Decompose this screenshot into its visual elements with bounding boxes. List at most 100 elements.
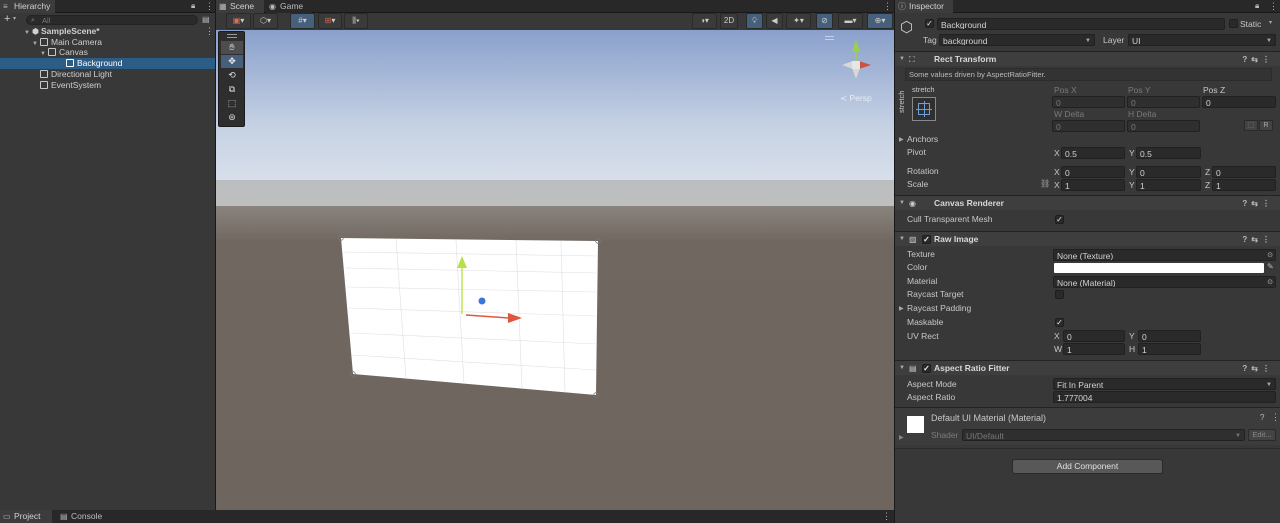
rotation-x-field[interactable]: 0 bbox=[1061, 166, 1125, 178]
persp-label[interactable]: ≺ Persp bbox=[840, 93, 872, 103]
object-picker-icon[interactable]: ⊙ bbox=[1267, 250, 1273, 260]
uv-w-field[interactable]: 1 bbox=[1063, 343, 1125, 355]
maskable-checkbox[interactable]: ✓ bbox=[1055, 318, 1064, 327]
active-checkbox[interactable]: ✓ bbox=[925, 19, 934, 28]
fold-arrow-icon[interactable]: ▼ bbox=[899, 196, 905, 211]
component-header-icons[interactable]: ?⇆⋮ bbox=[1242, 196, 1274, 211]
scene-menu-icon[interactable]: ⋮ bbox=[205, 26, 214, 37]
canvas-renderer-header[interactable]: ▼ ◉ Canvas Renderer ?⇆⋮ bbox=[895, 195, 1280, 210]
component-header-icons[interactable]: ?⇆⋮ bbox=[1242, 52, 1274, 67]
lighting-toggle-button[interactable]: 💡︎ bbox=[746, 13, 763, 29]
rect-transform-header[interactable]: ▼ ⛶ Rect Transform ?⇆⋮ bbox=[895, 51, 1280, 66]
scene-viewport[interactable]: ≺ Persp bbox=[216, 30, 894, 510]
camera-settings-button[interactable]: ▬▾ bbox=[838, 13, 863, 29]
blueprint-mode-button[interactable]: ⬚ bbox=[1244, 120, 1258, 131]
background-quad[interactable] bbox=[341, 238, 598, 395]
raycast-padding-fold-icon[interactable]: ▶ bbox=[899, 305, 904, 312]
uv-y-field[interactable]: 0 bbox=[1138, 330, 1201, 342]
fold-arrow-icon[interactable]: ▼ bbox=[899, 232, 905, 247]
rotation-y-field[interactable]: 0 bbox=[1136, 166, 1201, 178]
tab-scene[interactable]: ▦ Scene bbox=[216, 0, 264, 13]
uv-x-field[interactable]: 0 bbox=[1063, 330, 1125, 342]
toggle-2d-button[interactable]: 2D bbox=[720, 13, 738, 29]
pivot-y-field[interactable]: 0.5 bbox=[1136, 147, 1201, 159]
grid-snapping-button[interactable]: #▾ bbox=[290, 13, 315, 29]
scale-tool-icon[interactable]: ⧉ bbox=[221, 83, 243, 96]
shader-edit-button[interactable]: Edit... bbox=[1248, 429, 1276, 441]
raycast-padding-label[interactable]: Raycast Padding bbox=[907, 302, 971, 315]
aspect-ratio-field[interactable]: 1.777004 bbox=[1053, 391, 1276, 403]
render-mode-button[interactable]: ⬡▾ bbox=[253, 13, 278, 29]
tag-dropdown[interactable]: background ▼ bbox=[939, 34, 1095, 46]
move-tool-icon[interactable]: ✥ bbox=[221, 55, 243, 68]
component-header-icons[interactable]: ?⇆⋮ bbox=[1242, 361, 1274, 376]
anchor-preset-button[interactable] bbox=[912, 97, 936, 121]
raw-image-header[interactable]: ▼ ▨ ✓ Raw Image ?⇆⋮ bbox=[895, 231, 1280, 246]
palette-grip-icon[interactable] bbox=[227, 34, 237, 35]
anchors-label[interactable]: Anchors bbox=[907, 133, 938, 146]
scene-search-icon[interactable]: ▤ bbox=[202, 15, 210, 24]
hierarchy-menu-icon[interactable]: ⋮ bbox=[205, 0, 214, 13]
gizmo-toggle-button[interactable]: ⫼▾ bbox=[344, 13, 368, 29]
fold-arrow-icon[interactable]: ▼ bbox=[899, 361, 905, 376]
tree-item-canvas[interactable]: ▼ Canvas bbox=[0, 47, 215, 58]
raw-image-enabled-checkbox[interactable]: ✓ bbox=[922, 235, 931, 244]
rect-tool-icon[interactable]: ⬚ bbox=[221, 97, 243, 110]
inspector-menu-icon[interactable]: ⋮ bbox=[1269, 0, 1278, 13]
layer-dropdown[interactable]: UI ▼ bbox=[1128, 34, 1276, 46]
static-checkbox[interactable] bbox=[1229, 19, 1238, 28]
tree-item-directional-light[interactable]: Directional Light bbox=[0, 69, 215, 80]
pos-z-field[interactable]: 0 bbox=[1202, 96, 1276, 108]
tab-inspector[interactable]: ⓘ Inspector bbox=[895, 0, 953, 13]
hidden-objects-button[interactable]: ⊘ bbox=[816, 13, 833, 29]
transform-tool-icon[interactable]: ⊛ bbox=[221, 111, 243, 124]
raw-edit-button[interactable]: R bbox=[1259, 120, 1273, 131]
static-dropdown-icon[interactable]: ▾ bbox=[1269, 19, 1272, 26]
tree-item-scene[interactable]: ▼ ⬢ SampleScene* ⋮ bbox=[0, 26, 215, 37]
scene-menu-icon[interactable]: ⋮ bbox=[883, 0, 892, 13]
material-field[interactable]: None (Material) ⊙ bbox=[1053, 276, 1276, 288]
rotation-z-field[interactable]: 0 bbox=[1212, 166, 1276, 178]
lock-icon[interactable]: 🔒︎ bbox=[191, 1, 195, 11]
scale-z-field[interactable]: 1 bbox=[1212, 179, 1276, 191]
aspect-mode-dropdown[interactable]: Fit In Parent ▼ bbox=[1053, 378, 1276, 390]
scale-x-field[interactable]: 1 bbox=[1061, 179, 1125, 191]
texture-field[interactable]: None (Texture) ⊙ bbox=[1053, 249, 1276, 261]
tab-game[interactable]: ◉ Game bbox=[266, 0, 312, 13]
shader-dropdown[interactable]: UI/Default ▼ bbox=[962, 429, 1245, 441]
lock-icon[interactable]: 🔒︎ bbox=[1255, 1, 1259, 11]
link-icon[interactable]: ⛓︎ bbox=[1040, 179, 1050, 188]
object-name-field[interactable]: Background bbox=[937, 18, 1225, 30]
tab-project[interactable]: ▭ Project bbox=[0, 510, 52, 523]
fold-arrow-icon[interactable]: ▼ bbox=[899, 52, 905, 67]
pos-x-field[interactable]: 0 bbox=[1052, 96, 1125, 108]
color-swatch[interactable] bbox=[1054, 263, 1264, 273]
pos-y-field[interactable]: 0 bbox=[1127, 96, 1200, 108]
cull-checkbox[interactable]: ✓ bbox=[1055, 215, 1064, 224]
add-dropdown-icon[interactable]: ▾ bbox=[13, 15, 16, 22]
help-icon[interactable]: ? bbox=[1260, 413, 1264, 422]
component-header-icons[interactable]: ?⇆⋮ bbox=[1242, 232, 1274, 247]
h-delta-field[interactable]: 0 bbox=[1127, 120, 1200, 132]
fitter-enabled-checkbox[interactable]: ✓ bbox=[922, 364, 931, 373]
hand-tool-icon[interactable]: ✋︎ bbox=[221, 41, 243, 54]
tab-console[interactable]: ▤ Console bbox=[57, 510, 115, 523]
gizmos-button[interactable]: ⊕▾ bbox=[867, 13, 893, 29]
rotate-tool-icon[interactable]: ⟲ bbox=[221, 69, 243, 82]
w-delta-field[interactable]: 0 bbox=[1052, 120, 1125, 132]
eyedropper-icon[interactable]: ✎ bbox=[1267, 262, 1274, 271]
scene-shading-button[interactable]: ◑▾ bbox=[692, 13, 717, 29]
bottom-menu-icon[interactable]: ⋮ bbox=[882, 510, 891, 523]
uv-h-field[interactable]: 1 bbox=[1138, 343, 1201, 355]
scale-y-field[interactable]: 1 bbox=[1136, 179, 1201, 191]
tab-hierarchy[interactable]: ≡ Hierarchy bbox=[0, 0, 56, 13]
pivot-x-field[interactable]: 0.5 bbox=[1061, 147, 1125, 159]
add-component-button[interactable]: Add Component bbox=[1012, 459, 1163, 474]
increment-snap-button[interactable]: ⊞▾ bbox=[318, 13, 342, 29]
tree-item-background[interactable]: Background bbox=[0, 58, 215, 69]
add-icon[interactable]: + bbox=[4, 13, 10, 25]
audio-toggle-button[interactable]: ◀︎ bbox=[766, 13, 783, 29]
tree-item-eventsystem[interactable]: EventSystem bbox=[0, 80, 215, 91]
raycast-target-checkbox[interactable] bbox=[1055, 290, 1064, 299]
object-picker-icon[interactable]: ⊙ bbox=[1267, 277, 1273, 287]
